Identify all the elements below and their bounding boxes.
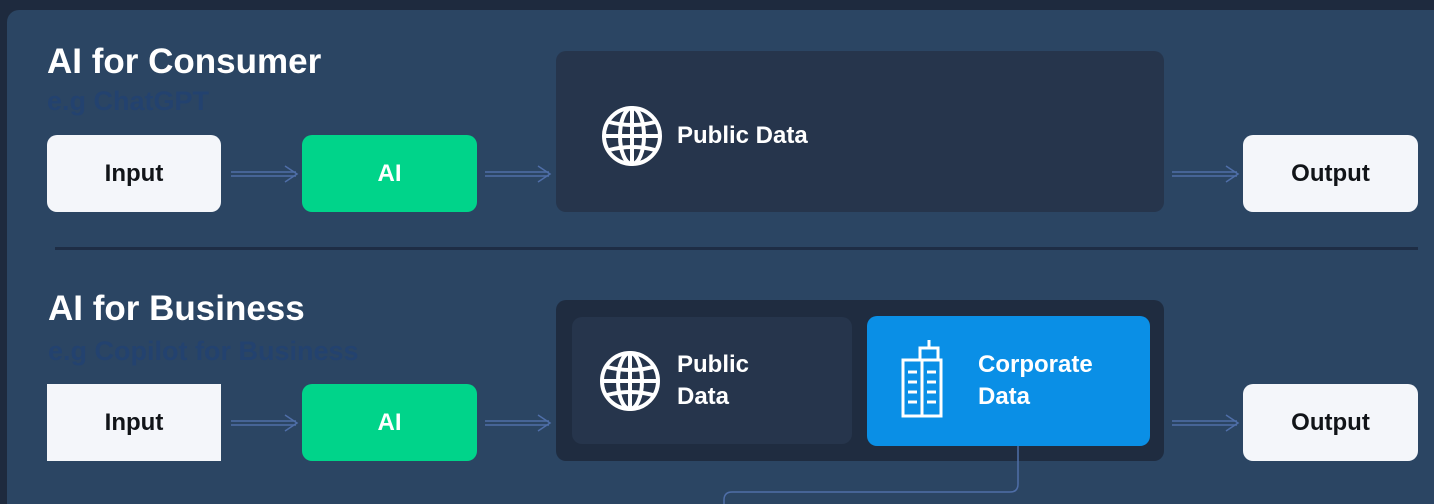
arrow-ai-to-data bbox=[485, 414, 552, 432]
arrow-input-to-ai bbox=[231, 414, 299, 432]
arrow-data-to-output bbox=[1172, 414, 1240, 432]
arrow-input-to-ai bbox=[231, 165, 299, 183]
corporate-data-connector bbox=[723, 446, 1019, 504]
diagram-canvas: AI for Consumer e.g ChatGPT Input AI Pub… bbox=[0, 0, 1434, 504]
arrow-ai-to-data bbox=[485, 165, 552, 183]
connector-layer bbox=[231, 165, 1240, 504]
arrow-data-to-output bbox=[1172, 165, 1240, 183]
